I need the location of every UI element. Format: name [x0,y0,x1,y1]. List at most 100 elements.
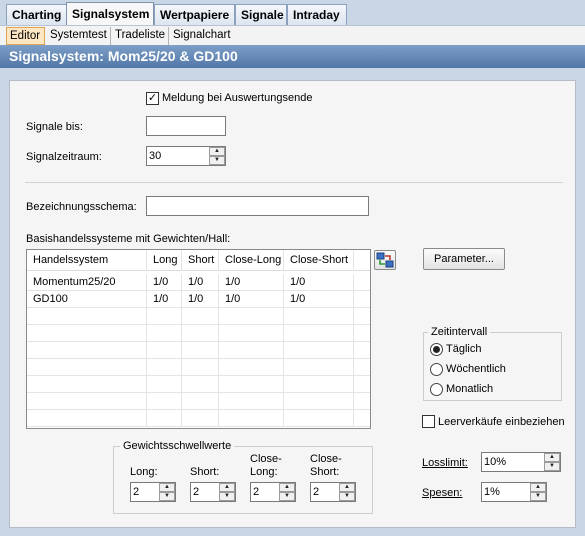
spin-down-icon[interactable]: ▼ [159,492,175,501]
col-close-long[interactable]: Close-Long [219,250,284,271]
editor-panel: ✓ Meldung bei Auswertungsende Signale bi… [9,80,576,528]
table-row [27,308,370,325]
spesen-label: Spesen: [422,487,463,499]
cell-handelssystem: GD100 [27,291,147,308]
cell-long: 1/0 [147,291,182,308]
radio-monatlich-label[interactable]: Monatlich [446,383,493,395]
spesen-value: 1% [484,486,500,498]
gewicht-long-label: Long: [130,466,158,478]
subtab-systemtest[interactable]: Systemtest [47,27,111,45]
gewicht-close-short-value: 2 [313,486,320,498]
signalzeitraum-value: 30 [149,150,162,162]
spin-down-icon[interactable]: ▼ [219,492,235,501]
tab-signalsystem[interactable]: Signalsystem [66,2,154,25]
gewicht-close-long-stepper[interactable]: 2 ▲ ▼ [250,482,296,502]
spin-down-icon[interactable]: ▼ [544,462,560,471]
losslimit-stepper[interactable]: 10% ▲ ▼ [481,452,561,472]
spin-up-icon[interactable]: ▲ [544,453,560,462]
parameter-button[interactable]: Parameter... [423,248,505,270]
gewicht-short-stepper[interactable]: 2 ▲ ▼ [190,482,236,502]
table-row [27,376,370,393]
tab-signale[interactable]: Signale [235,4,287,25]
cell-close-long: 1/0 [219,291,284,308]
radio-taeglich-label[interactable]: Täglich [446,343,481,355]
meldung-checkbox[interactable]: ✓ [146,92,159,105]
cell-handelssystem: Momentum25/20 [27,274,147,291]
radio-woechentlich[interactable] [430,363,443,376]
gewicht-close-short-label-2: Short: [310,466,340,478]
signalzeitraum-spin[interactable]: ▲ ▼ [209,147,225,165]
radio-taeglich[interactable] [430,343,443,356]
spin-down-icon[interactable]: ▼ [530,492,546,501]
gewicht-legend: Gewichtsschwellwerte [120,440,235,452]
table-row [27,393,370,410]
col-short[interactable]: Short [182,250,219,271]
leerverkaeufe-label[interactable]: Leerverkäufe einbeziehen [438,416,565,428]
losslimit-spin[interactable]: ▲ ▼ [544,453,560,471]
spin-up-icon[interactable]: ▲ [209,147,225,156]
col-handelssystem[interactable]: Handelssystem [27,250,147,271]
radio-woechentlich-label[interactable]: Wöchentlich [446,363,506,375]
table-row[interactable]: Momentum25/20 1/0 1/0 1/0 1/0 [27,274,370,291]
cell-close-long: 1/0 [219,274,284,291]
gewicht-short-spin[interactable]: ▲ ▼ [219,483,235,501]
spin-up-icon[interactable]: ▲ [339,483,355,492]
basis-grid[interactable]: Handelssystem Long Short Close-Long Clos… [26,249,371,429]
table-row [27,325,370,342]
grid-header: Handelssystem Long Short Close-Long Clos… [27,250,370,271]
basis-label: Basishandelssysteme mit Gewichten/Hall: [26,233,231,245]
meldung-label: Meldung bei Auswertungsende [162,92,313,104]
gewicht-long-stepper[interactable]: 2 ▲ ▼ [130,482,176,502]
checkmark-icon: ✓ [147,92,158,104]
spin-down-icon[interactable]: ▼ [339,492,355,501]
zeitintervall-legend: Zeitintervall [428,326,491,338]
subtab-tradeliste[interactable]: Tradeliste [112,27,169,45]
gewicht-short-label: Short: [190,466,220,478]
table-row [27,359,370,376]
spin-up-icon[interactable]: ▲ [530,483,546,492]
assign-systems-button[interactable] [374,250,396,270]
bezeichnungsschema-input[interactable] [146,196,369,216]
bezeichnungsschema-label: Bezeichnungsschema: [26,201,137,213]
main-tab-bar: Charting Signalsystem Wertpapiere Signal… [0,0,585,26]
spesen-stepper[interactable]: 1% ▲ ▼ [481,482,547,502]
gewicht-long-value: 2 [133,486,140,498]
radio-monatlich[interactable] [430,383,443,396]
leerverkaeufe-checkbox[interactable] [422,415,435,428]
divider [25,182,563,183]
gewicht-close-short-stepper[interactable]: 2 ▲ ▼ [310,482,356,502]
tab-intraday[interactable]: Intraday [287,4,347,25]
tab-wertpapiere[interactable]: Wertpapiere [154,4,235,25]
cell-short: 1/0 [182,274,219,291]
spin-down-icon[interactable]: ▼ [209,156,225,165]
gewicht-short-value: 2 [193,486,200,498]
cell-close-short: 1/0 [284,274,354,291]
table-row[interactable]: GD100 1/0 1/0 1/0 1/0 [27,291,370,308]
spin-up-icon[interactable]: ▲ [159,483,175,492]
spin-down-icon[interactable]: ▼ [279,492,295,501]
table-row [27,410,370,427]
col-close-short[interactable]: Close-Short [284,250,354,271]
signalzeitraum-label: Signalzeitraum: [26,151,102,163]
gewicht-close-long-spin[interactable]: ▲ ▼ [279,483,295,501]
subtab-signalchart[interactable]: Signalchart [170,27,234,45]
cell-long: 1/0 [147,274,182,291]
gewicht-long-spin[interactable]: ▲ ▼ [159,483,175,501]
signale-bis-input[interactable] [146,116,226,136]
gewicht-close-short-spin[interactable]: ▲ ▼ [339,483,355,501]
gewicht-close-long-label: Close- [250,453,282,465]
col-long[interactable]: Long [147,250,182,271]
sub-tab-bar: Editor Systemtest Tradeliste Signalchart [0,25,585,45]
losslimit-value: 10% [484,456,507,468]
assign-systems-icon [376,252,394,268]
table-row [27,342,370,359]
spin-up-icon[interactable]: ▲ [219,483,235,492]
subtab-editor[interactable]: Editor [6,27,45,45]
gewicht-close-short-label: Close- [310,453,342,465]
spesen-spin[interactable]: ▲ ▼ [530,483,546,501]
cell-short: 1/0 [182,291,219,308]
page-title: Signalsystem: Mom25/20 & GD100 [0,45,585,68]
tab-charting[interactable]: Charting [6,4,67,25]
spin-up-icon[interactable]: ▲ [279,483,295,492]
signalzeitraum-stepper[interactable]: 30 ▲ ▼ [146,146,226,166]
